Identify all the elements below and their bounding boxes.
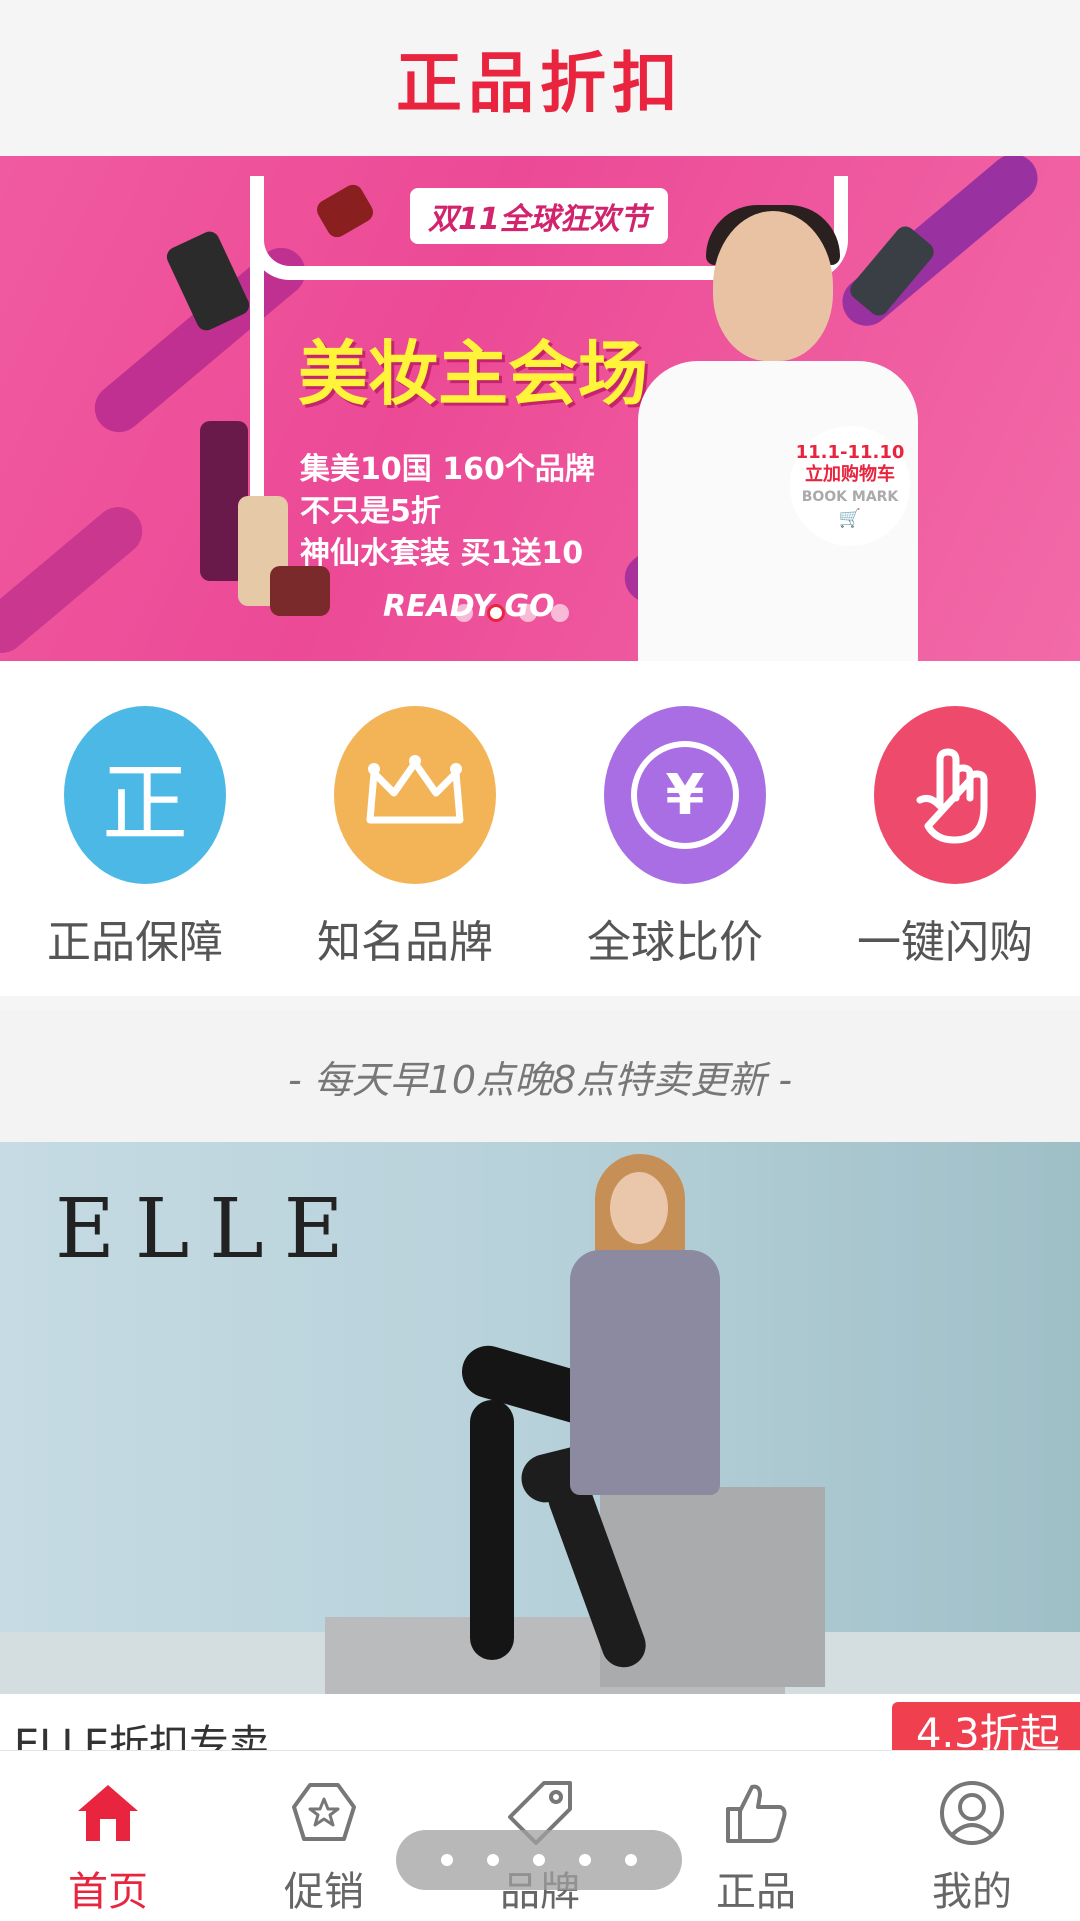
banner-pagination — [455, 604, 569, 622]
feature-genuine[interactable]: 正 正品保障 — [0, 661, 270, 996]
cart-badge: 11.1-11.10 立加购物车 BOOK MARK 🛒 — [790, 426, 910, 546]
product-caption[interactable]: ELLE折扣专卖 4.3折起 — [0, 1694, 1080, 1750]
feature-label: 知名品牌 — [317, 917, 493, 968]
pager-dot — [441, 1854, 453, 1866]
pager-dot — [579, 1854, 591, 1866]
banner-dot-active — [487, 604, 505, 622]
crown-icon — [334, 706, 496, 884]
feature-compare[interactable]: ¥ 全球比价 — [540, 661, 810, 996]
feature-glyph: 正 — [102, 753, 188, 854]
feature-grid: 正 正品保障 知名品牌 ¥ 全球比价 一键闪购 — [0, 661, 1080, 996]
product-name: ELLE折扣专卖 — [14, 1722, 270, 1750]
banner-line: 集美10国 160个品牌 — [300, 452, 595, 487]
banner-dot — [519, 604, 537, 622]
model-figure — [570, 1250, 720, 1495]
zheng-badge-icon: 正 — [64, 706, 226, 884]
model-figure — [610, 1172, 668, 1244]
tab-promo[interactable]: 促销 — [216, 1751, 432, 1921]
model-figure — [470, 1400, 514, 1660]
feature-flash-buy[interactable]: 一键闪购 — [810, 661, 1080, 996]
pager-dot — [625, 1854, 637, 1866]
tap-hand-icon — [874, 706, 1036, 884]
badge-text: 立加购物车 — [804, 464, 895, 485]
home-icon — [72, 1777, 144, 1849]
feature-brands[interactable]: 知名品牌 — [270, 661, 540, 996]
update-notice: - 每天早10点晚8点特卖更新 - — [0, 1010, 1080, 1142]
product-card-image[interactable]: ELLE — [0, 1142, 1080, 1694]
tab-label: 首页 — [68, 1869, 148, 1915]
app-title: 正品折扣 — [396, 45, 684, 122]
user-icon — [936, 1777, 1008, 1849]
banner-dot — [551, 604, 569, 622]
tab-genuine[interactable]: 正品 — [648, 1751, 864, 1921]
pager-dot — [533, 1854, 545, 1866]
banner-line: 神仙水套装 买1送10 — [300, 536, 584, 571]
banner-line: 不只是5折 — [300, 494, 441, 529]
tab-mine[interactable]: 我的 — [864, 1751, 1080, 1921]
feature-label: 一键闪购 — [857, 917, 1033, 968]
banner-dot — [455, 604, 473, 622]
promo-banner[interactable]: 双11全球狂欢节 美妆主会场 集美10国 160个品牌 不只是5折 神仙水套装 … — [0, 156, 1080, 661]
yen-coin-icon: ¥ — [604, 706, 766, 884]
cart-icon: 🛒 — [838, 508, 862, 529]
tab-home[interactable]: 首页 — [0, 1751, 216, 1921]
badge-date: 11.1-11.10 — [795, 442, 905, 463]
thumbs-up-icon — [720, 1777, 792, 1849]
page-indicator-overlay — [396, 1830, 682, 1890]
promo-star-icon — [288, 1777, 360, 1849]
product-jar-image — [270, 566, 330, 616]
banner-headline: 美妆主会场 — [298, 333, 648, 415]
badge-sub: BOOK MARK — [801, 489, 899, 505]
pager-dot — [487, 1854, 499, 1866]
app-header: 正品折扣 — [0, 0, 1080, 157]
discount-badge: 4.3折起 — [892, 1702, 1080, 1750]
tab-label: 我的 — [932, 1869, 1012, 1915]
banner-stripe — [0, 497, 153, 661]
feature-label: 全球比价 — [587, 917, 763, 968]
brand-logo: ELLE — [55, 1182, 364, 1277]
feature-glyph: ¥ — [631, 741, 739, 849]
feature-label: 正品保障 — [47, 917, 223, 968]
